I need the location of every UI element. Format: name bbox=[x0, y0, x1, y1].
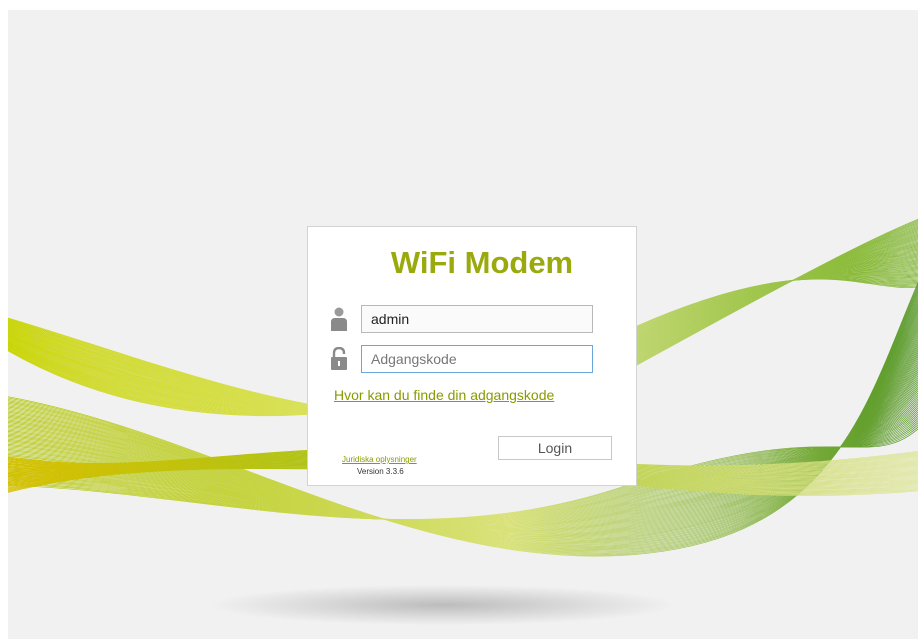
legal-info-link[interactable]: Juridiska oplysninger bbox=[342, 455, 417, 464]
login-button[interactable]: Login bbox=[498, 436, 612, 460]
version-text: Version 3.3.6 bbox=[357, 467, 404, 476]
card-shadow bbox=[213, 585, 673, 625]
user-icon bbox=[331, 307, 347, 331]
password-help-link[interactable]: Hvor kan du finde din adgangskode bbox=[334, 387, 554, 403]
login-card: WiFi Modem Hvor kan du finde din adgangs… bbox=[307, 226, 637, 486]
background-stage: WiFi Modem Hvor kan du finde din adgangs… bbox=[8, 10, 918, 639]
lock-icon bbox=[331, 347, 347, 370]
username-input[interactable] bbox=[361, 305, 593, 333]
password-input[interactable] bbox=[361, 345, 593, 373]
page-title: WiFi Modem bbox=[390, 245, 574, 280]
